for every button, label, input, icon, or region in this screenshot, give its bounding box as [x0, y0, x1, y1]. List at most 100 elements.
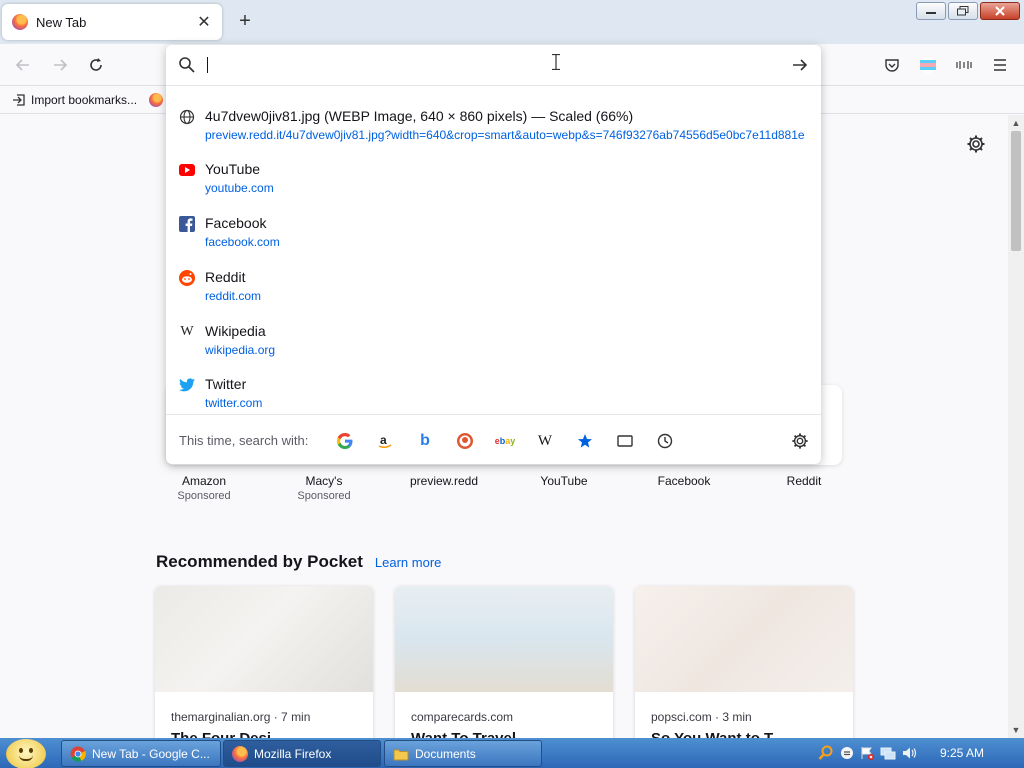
scroll-down-arrow-icon[interactable]: ▼	[1008, 722, 1024, 738]
suggestion-title: Wikipedia	[205, 323, 266, 339]
forward-button[interactable]	[49, 54, 71, 76]
tabs-icon[interactable]	[615, 431, 635, 451]
restore-button[interactable]	[948, 2, 978, 20]
go-arrow-icon[interactable]	[792, 57, 808, 73]
back-arrow-icon	[15, 59, 29, 71]
reload-button[interactable]	[85, 54, 107, 76]
minimize-button[interactable]	[916, 2, 946, 20]
tab-new-tab[interactable]: New Tab ✕	[2, 4, 222, 40]
close-icon	[995, 6, 1005, 16]
suggestion-row[interactable]: Facebook facebook.com	[166, 208, 821, 258]
suggestion-url: youtube.com	[205, 181, 274, 195]
text-caret	[207, 57, 208, 73]
bookmarks-star-icon[interactable]	[575, 431, 595, 451]
page-scrollbar[interactable]: ▲ ▼	[1008, 115, 1024, 738]
shortcut-label: YouTube	[540, 474, 588, 488]
pocket-card-source: themarginalian.org · 7 min	[171, 710, 311, 724]
amazon-engine-icon[interactable]: a	[375, 431, 395, 451]
extensions-button[interactable]	[953, 54, 975, 76]
pocket-card[interactable]: comparecards.com Want To Travel...	[395, 586, 613, 738]
import-bookmarks-item[interactable]: Import bookmarks...	[12, 93, 137, 107]
shortcut-amazon[interactable]: Amazon Sponsored	[154, 474, 254, 502]
suggestion-title: YouTube	[205, 161, 261, 177]
pocket-section-header: Recommended by Pocket Learn more	[156, 552, 441, 572]
shortcut-macys[interactable]: Macy's Sponsored	[274, 474, 374, 502]
chrome-icon	[70, 746, 86, 762]
facebook-icon	[179, 216, 195, 232]
ebay-engine-icon[interactable]: ebay	[495, 431, 516, 451]
minimize-icon	[926, 12, 936, 14]
search-icon	[179, 57, 195, 73]
suggestion-url: preview.redd.it/4u7dvew0jiv81.jpg?width=…	[205, 128, 805, 142]
suggestion-title: 4u7dvew0jiv81.jpg (WEBP Image, 640 × 860…	[205, 108, 634, 124]
learn-more-link[interactable]: Learn more	[375, 555, 441, 570]
new-tab-button[interactable]: +	[234, 10, 256, 32]
suggestion-row[interactable]: Reddit reddit.com	[166, 262, 821, 312]
menu-button[interactable]	[989, 54, 1011, 76]
suggestion-row[interactable]: Twitter twitter.com	[166, 369, 821, 419]
shortcut-label: Macy's	[305, 474, 343, 488]
restore-icon	[957, 6, 969, 16]
reddit-icon	[179, 270, 195, 286]
shortcut-label: Amazon	[181, 474, 227, 488]
history-clock-icon[interactable]	[655, 431, 675, 451]
suggestion-row[interactable]: W Wikipedia wikipedia.org	[166, 316, 821, 366]
suggestion-title: Twitter	[205, 376, 247, 392]
google-engine-icon[interactable]	[335, 431, 355, 451]
firefox-logo-icon	[12, 14, 28, 30]
close-tab-icon[interactable]: ✕	[196, 12, 212, 32]
youtube-icon	[179, 162, 195, 178]
duckduckgo-engine-icon[interactable]	[455, 431, 475, 451]
import-bookmarks-label: Import bookmarks...	[31, 92, 138, 107]
suggestion-url: twitter.com	[205, 396, 263, 410]
pocket-card-image	[155, 586, 373, 692]
firefox-bookmark-icon[interactable]	[149, 92, 164, 107]
account-button[interactable]	[917, 54, 939, 76]
security-alert-tray-icon[interactable]	[860, 746, 874, 760]
pocket-card-source: comparecards.com	[411, 710, 514, 724]
shortcut-label: preview.redd	[409, 474, 479, 488]
ibeam-cursor-icon	[552, 54, 560, 70]
search-tray-icon[interactable]	[818, 745, 834, 761]
suggestion-row[interactable]: YouTube youtube.com	[166, 154, 821, 204]
suggestion-url: facebook.com	[205, 235, 280, 249]
sponsored-label: Sponsored	[177, 490, 231, 502]
shortcut-facebook[interactable]: Facebook	[634, 474, 734, 488]
clock: 9:25 AM	[940, 746, 985, 760]
shortcut-youtube[interactable]: YouTube	[514, 474, 614, 488]
shortcut-preview-redd[interactable]: preview.redd	[394, 474, 494, 488]
start-button[interactable]	[6, 739, 46, 768]
globe-icon	[179, 109, 195, 125]
pocket-card[interactable]: popsci.com · 3 min So You Want to T...	[635, 586, 853, 738]
taskbar: New Tab - Google C... Mozilla Firefox Do…	[0, 738, 1024, 768]
close-window-button[interactable]	[980, 2, 1020, 20]
suggestion-row[interactable]: 4u7dvew0jiv81.jpg (WEBP Image, 640 × 860…	[166, 101, 821, 151]
pocket-card-source: popsci.com · 3 min	[651, 710, 752, 724]
page-settings-button[interactable]	[966, 134, 986, 159]
taskbar-item-chrome[interactable]: New Tab - Google C...	[61, 740, 221, 767]
pocket-card-image	[395, 586, 613, 692]
urlbar-input[interactable]	[206, 53, 766, 77]
volume-tray-icon[interactable]	[902, 746, 918, 760]
pocket-card-title: So You Want to T...	[651, 730, 784, 738]
system-tray: 9:25 AM	[810, 738, 1024, 768]
reload-icon	[90, 58, 102, 71]
scrollbar-thumb[interactable]	[1011, 131, 1021, 251]
sponsored-label: Sponsored	[297, 490, 351, 502]
pocket-card[interactable]: themarginalian.org · 7 min The Four Desi…	[155, 586, 373, 738]
pocket-button[interactable]	[881, 54, 903, 76]
search-settings-gear-icon[interactable]	[790, 431, 810, 451]
network-tray-icon[interactable]	[880, 746, 896, 760]
messenger-tray-icon[interactable]	[840, 746, 854, 760]
back-button[interactable]	[12, 54, 34, 76]
shortcut-reddit[interactable]: Reddit	[754, 474, 854, 488]
bing-engine-icon[interactable]: b	[415, 431, 435, 451]
start-icon-eye	[29, 748, 33, 753]
wikipedia-engine-icon[interactable]: W	[535, 431, 555, 451]
taskbar-item-documents[interactable]: Documents	[384, 740, 542, 767]
suggestion-url: wikipedia.org	[205, 343, 276, 357]
suggestion-url: reddit.com	[205, 289, 262, 303]
pocket-card-image	[635, 586, 853, 692]
taskbar-item-firefox[interactable]: Mozilla Firefox	[223, 740, 381, 767]
scroll-up-arrow-icon[interactable]: ▲	[1008, 115, 1024, 131]
